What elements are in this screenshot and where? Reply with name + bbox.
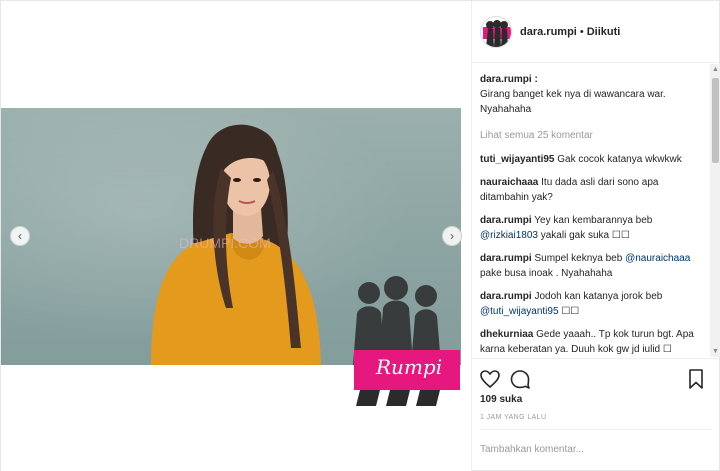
caption-username[interactable]: dara.rumpi : xyxy=(480,74,538,85)
comment-text: Sumpel keknya beb xyxy=(534,253,623,264)
header-username[interactable]: dara.rumpi xyxy=(520,26,577,38)
list-item: dhekurniaa Gede yaaah.. Tp kok turun bgt… xyxy=(480,327,710,357)
comment-mention[interactable]: @nauraichaaa xyxy=(625,253,690,264)
post-sidebar: dara.rumpi • Diikuti dara.rumpi : Girang… xyxy=(471,1,720,471)
photo-scene: DRUMPI.COM xyxy=(151,124,441,365)
chevron-right-icon: › xyxy=(450,229,454,243)
list-item: dara.rumpi Yey kan kembarannya beb @rizk… xyxy=(480,213,710,243)
comment-text-after: yakali gak suka ☐☐ xyxy=(540,230,630,241)
scroll-thumb[interactable] xyxy=(712,78,719,163)
comment-username[interactable]: nauraichaaa xyxy=(480,177,538,188)
list-item: tuti_wijayanti95 Gak cocok katanya wkwkw… xyxy=(480,152,710,167)
post-photo[interactable]: DRUMPI.COM xyxy=(1,108,461,365)
comment-username[interactable]: tuti_wijayanti95 xyxy=(480,154,554,165)
view-all-comments-link[interactable]: Lihat semua 25 komentar xyxy=(480,128,710,143)
like-button[interactable] xyxy=(478,367,502,391)
post-caption: dara.rumpi : Girang banget kek nya di wa… xyxy=(480,72,710,117)
header-separator: • xyxy=(579,25,584,38)
avatar[interactable] xyxy=(480,15,512,48)
comment-bubble-icon xyxy=(510,370,530,389)
chevron-left-icon: ‹ xyxy=(18,229,22,243)
comment-text: Gak cocok katanya wkwkwk xyxy=(557,154,682,165)
scroll-up-icon[interactable]: ▲ xyxy=(710,64,720,75)
save-button[interactable] xyxy=(684,367,708,391)
add-comment-form xyxy=(480,429,712,469)
comments-scrollbar[interactable]: ▲ ▼ xyxy=(710,64,720,357)
post-header: dara.rumpi • Diikuti xyxy=(472,1,720,63)
list-item: nauraichaaa Itu dada asli dari sono apa … xyxy=(480,175,710,205)
comment-mention[interactable]: @tuti_wijayanti95 xyxy=(480,306,559,317)
comment-text-after: pake busa inoak . Nyahahaha xyxy=(480,268,613,279)
previous-photo-button[interactable]: ‹ xyxy=(10,226,30,246)
follow-status-button[interactable]: Diikuti xyxy=(587,26,621,38)
comment-text-after: ☐☐ xyxy=(561,306,580,317)
list-item: dara.rumpi Sumpel keknya beb @nauraichaa… xyxy=(480,251,710,281)
comment-text: Jodoh kan katanya jorok beb xyxy=(534,291,663,302)
list-item: dara.rumpi Jodoh kan katanya jorok beb @… xyxy=(480,289,710,319)
likes-count[interactable]: 109 suka xyxy=(480,394,522,405)
svg-text:DRUMPI.COM: DRUMPI.COM xyxy=(179,235,271,251)
post-modal: DRUMPI.COM Rumpi ‹ › dara.rumpi • Diikut… xyxy=(0,0,720,471)
comment-text: Yey kan kembarannya beb xyxy=(534,215,653,226)
post-timestamp: 1 JAM YANG LALU xyxy=(480,414,547,421)
comment-username[interactable]: dhekurniaa xyxy=(480,329,533,340)
comment-username[interactable]: dara.rumpi xyxy=(480,291,532,302)
next-photo-button[interactable]: › xyxy=(442,226,462,246)
comment-button[interactable] xyxy=(508,367,532,391)
heart-icon xyxy=(480,370,500,389)
rumpi-logo-text: Rumpi xyxy=(376,355,443,379)
comment-username[interactable]: dara.rumpi xyxy=(480,215,532,226)
comments-list: dara.rumpi : Girang banget kek nya di wa… xyxy=(472,64,710,357)
bookmark-icon xyxy=(689,369,703,389)
avatar-logo-icon xyxy=(483,19,511,47)
comment-input[interactable] xyxy=(480,430,700,468)
comment-mention[interactable]: @rizkiai1803 xyxy=(480,230,538,241)
caption-text: Girang banget kek nya di wawancara war. … xyxy=(480,89,666,115)
post-actions: 109 suka 1 JAM YANG LALU xyxy=(472,358,720,428)
comment-username[interactable]: dara.rumpi xyxy=(480,253,532,264)
media-pane: DRUMPI.COM Rumpi ‹ › xyxy=(1,1,471,471)
scroll-down-icon[interactable]: ▼ xyxy=(710,346,720,357)
